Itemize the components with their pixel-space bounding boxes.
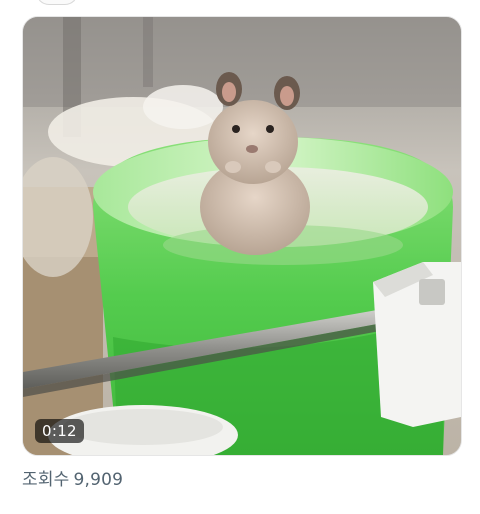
video-player[interactable]: 0:12: [22, 16, 462, 456]
view-count-value: 9,909: [73, 470, 124, 490]
view-count-label: 조회수: [22, 470, 70, 490]
video-duration-badge: 0:12: [35, 419, 84, 443]
view-count: 조회수 9,909: [22, 465, 123, 490]
avatar-edge[interactable]: [36, 0, 78, 5]
video-thumbnail: [23, 17, 461, 455]
tweet-media-region: 0:12 조회수 9,909: [0, 0, 480, 514]
